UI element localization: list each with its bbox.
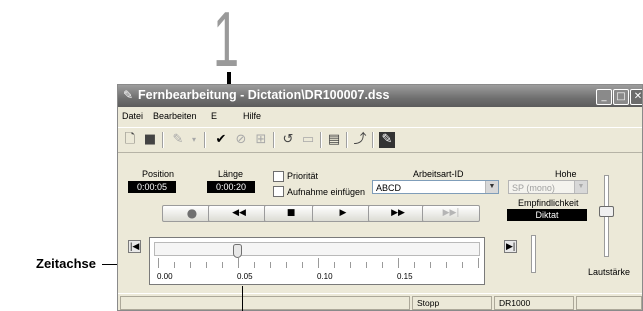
menu-e[interactable]: E xyxy=(211,111,217,121)
status-cell-empty xyxy=(576,296,642,310)
timeline-tick xyxy=(158,258,159,268)
window-title: Fernbearbeitung - Dictation\DR100007.dss xyxy=(138,88,390,102)
worktype-value: ABCD xyxy=(376,183,402,193)
status-bar: Stopp DR1000 xyxy=(118,293,642,310)
timeline-callout-label: Zeitachse xyxy=(36,256,96,271)
menu-hilfe[interactable]: Hilfe xyxy=(243,111,261,121)
timeline-tick xyxy=(206,262,207,268)
status-device: DR1000 xyxy=(494,296,574,310)
timeline-tick-label: 0.00 xyxy=(157,272,173,281)
save-icon[interactable]: ■ xyxy=(142,132,158,148)
dropdown-icon[interactable]: ▾ xyxy=(186,132,202,148)
sensitivity-slider[interactable] xyxy=(531,235,536,273)
length-label: Länge xyxy=(218,169,244,179)
timeline-position-indicator-line xyxy=(242,286,243,311)
volume-label: Lautstärke xyxy=(588,267,631,277)
go-to-end-button[interactable]: ▶| xyxy=(504,240,518,253)
toolbar: 🗋 ■ ✎ ▾ ✔ ⊘ ⊞ ↺ ▭ ▤ ⤴ ✎ xyxy=(118,127,642,153)
rewind-button[interactable]: ◀◀ xyxy=(208,205,270,222)
toolbar-separator xyxy=(372,132,374,148)
priority-label: Priorität xyxy=(287,171,319,181)
timeline-thumb[interactable] xyxy=(233,244,242,258)
timeline-tick xyxy=(270,262,271,268)
timeline-tick xyxy=(398,258,399,268)
quality-label: Hohe xyxy=(555,169,577,179)
upload-icon[interactable]: ⤴ xyxy=(352,132,368,148)
document-edit-icon[interactable]: ▭ xyxy=(300,132,316,148)
sensitivity-display: Diktat xyxy=(507,209,587,221)
timeline-tick xyxy=(254,262,255,268)
timeline-tick xyxy=(478,258,479,268)
timeline-tick xyxy=(382,262,383,268)
pen-icon: ✎ xyxy=(123,88,134,102)
toolbar-separator xyxy=(320,132,322,148)
toolbar-separator xyxy=(346,132,348,148)
timeline-tick xyxy=(462,262,463,268)
properties-icon[interactable]: ▤ xyxy=(326,132,342,148)
app-window: ✎ Fernbearbeitung - Dictation\DR100007.d… xyxy=(117,84,643,311)
maximize-button[interactable]: □ xyxy=(613,89,629,105)
volume-slider-thumb[interactable] xyxy=(599,206,614,217)
callout-number: 1 xyxy=(213,0,240,83)
position-label: Position xyxy=(142,169,175,179)
menu-bar: Datei Bearbeiten E Hilfe xyxy=(118,108,642,124)
timeline-tick xyxy=(446,262,447,268)
timeline-tick xyxy=(430,262,431,268)
rewind-edit-icon[interactable]: ↺ xyxy=(280,132,296,148)
timeline-tick xyxy=(190,262,191,268)
position-display: 0:00:05 xyxy=(128,181,176,193)
timeline-tick xyxy=(222,262,223,268)
timeline-tick xyxy=(238,258,239,268)
timeline: 0.00 0.05 0.10 0.15 xyxy=(149,237,485,285)
worktype-label: Arbeitsart-ID xyxy=(413,169,464,179)
stop-button[interactable]: ■ xyxy=(264,205,318,222)
insert-checkbox[interactable] xyxy=(273,186,284,197)
timeline-tick-label: 0.15 xyxy=(397,272,413,281)
quality-select[interactable]: SP (mono) ▼ xyxy=(508,180,588,194)
timeline-tick xyxy=(286,262,287,268)
checkmark-icon[interactable]: ✔ xyxy=(213,132,229,148)
close-button[interactable]: ✕ xyxy=(630,89,642,105)
new-document-icon[interactable]: 🗋 xyxy=(122,132,138,148)
toolbar-separator xyxy=(162,132,164,148)
toolbar-separator xyxy=(273,132,275,148)
chevron-down-icon[interactable]: ▼ xyxy=(574,181,587,193)
timeline-tick xyxy=(350,262,351,268)
timeline-tick xyxy=(318,258,319,268)
chevron-down-icon[interactable]: ▼ xyxy=(485,181,498,193)
toolbar-separator xyxy=(204,132,206,148)
timeline-tick xyxy=(366,262,367,268)
book-icon[interactable]: ⊞ xyxy=(253,132,269,148)
insert-label: Aufnahme einfügen xyxy=(287,187,366,197)
timeline-tick-label: 0.10 xyxy=(317,272,333,281)
timeline-tick xyxy=(334,262,335,268)
minimize-button[interactable]: _ xyxy=(596,89,612,105)
timeline-tick xyxy=(414,262,415,268)
menu-datei[interactable]: Datei xyxy=(122,111,143,121)
status-cell-empty xyxy=(120,296,410,310)
worktype-select[interactable]: ABCD ▼ xyxy=(372,180,499,194)
fast-forward-button[interactable]: ▶▶ xyxy=(368,205,428,222)
menu-bearbeiten[interactable]: Bearbeiten xyxy=(153,111,197,121)
title-bar: ✎ Fernbearbeitung - Dictation\DR100007.d… xyxy=(118,85,642,107)
status-state: Stopp xyxy=(412,296,492,310)
play-button[interactable]: ▶ xyxy=(312,205,374,222)
disabled-check-icon[interactable]: ⊘ xyxy=(233,132,249,148)
settings-icon[interactable]: ✎ xyxy=(379,132,395,148)
dictate-icon[interactable]: ✎ xyxy=(170,132,186,148)
go-to-start-button[interactable]: |◀ xyxy=(128,240,142,253)
sensitivity-label: Empfindlichkeit xyxy=(518,198,579,208)
timeline-tick xyxy=(174,262,175,268)
timeline-tick xyxy=(302,262,303,268)
quality-value: SP (mono) xyxy=(512,183,555,193)
length-display: 0:00:20 xyxy=(207,181,255,193)
end-button[interactable]: ▶▶| xyxy=(422,205,480,222)
priority-checkbox[interactable] xyxy=(273,171,284,182)
timeline-track[interactable] xyxy=(154,242,480,258)
timeline-tick-label: 0.05 xyxy=(237,272,253,281)
